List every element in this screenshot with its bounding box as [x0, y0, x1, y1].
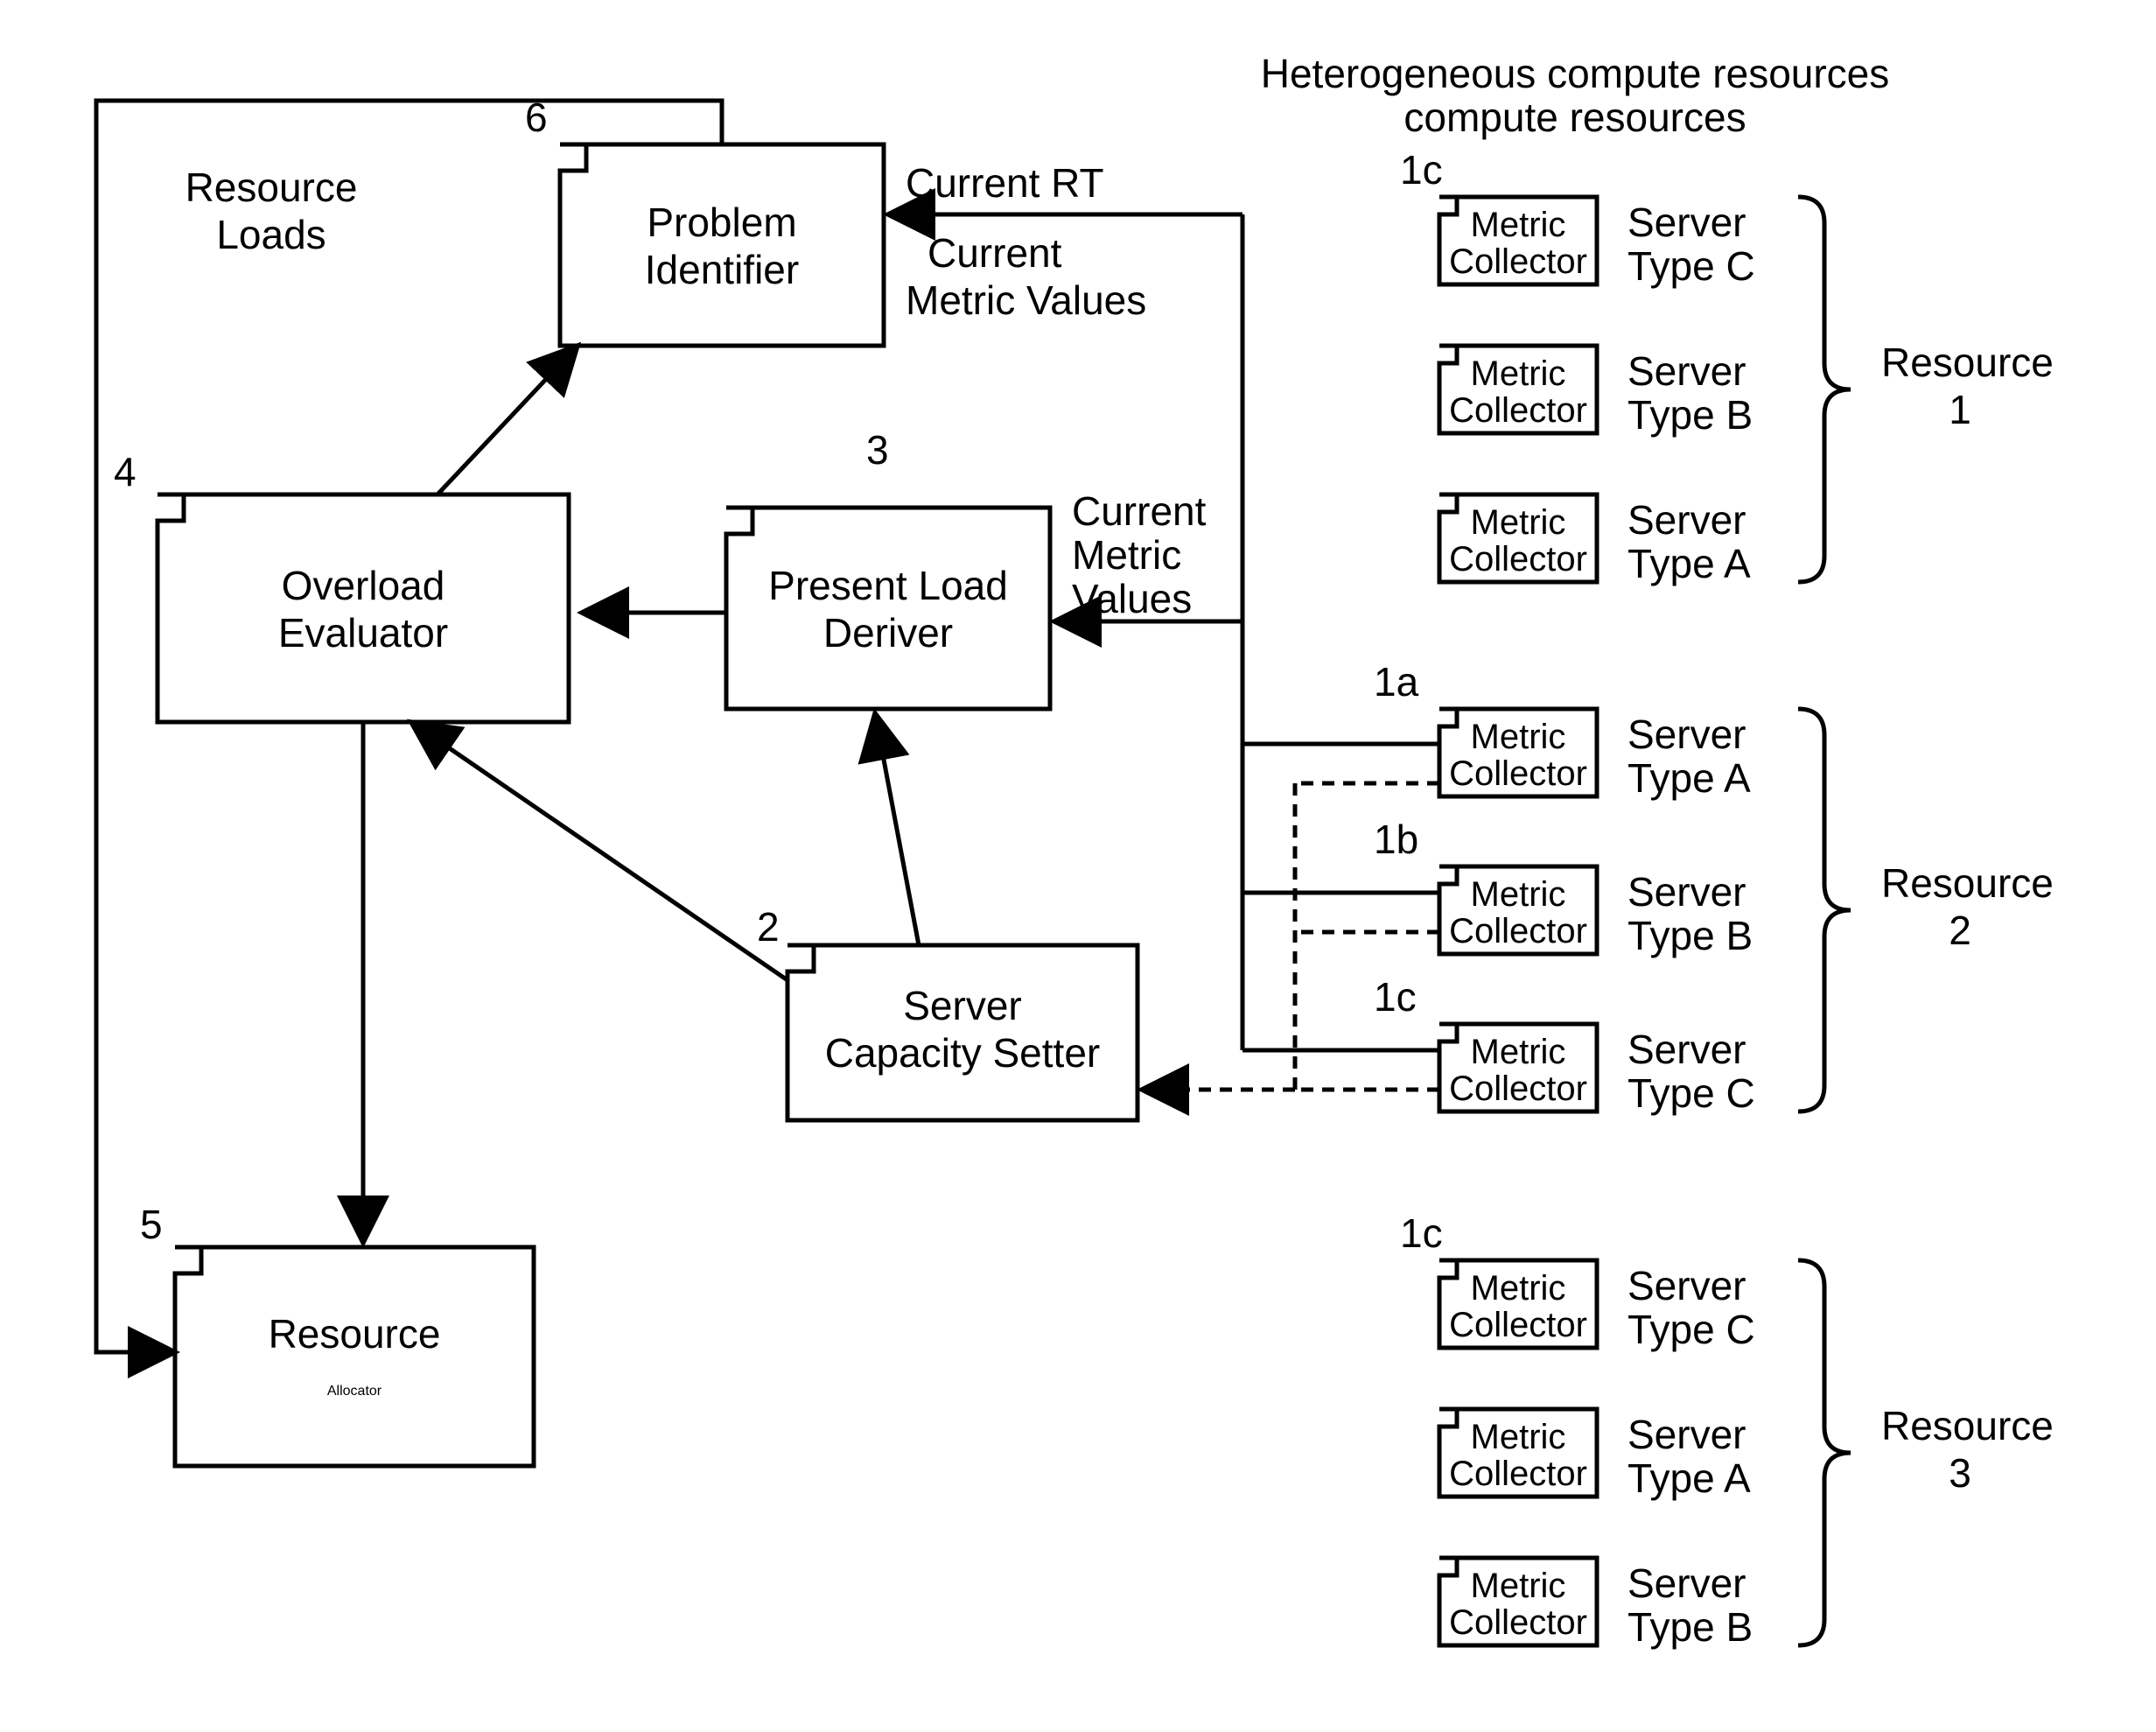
- svg-text:Metric: Metric: [1471, 1033, 1566, 1071]
- svg-text:Collector: Collector: [1449, 912, 1587, 950]
- svg-text:Type A: Type A: [1628, 1455, 1751, 1501]
- diagram-canvas: Heterogeneous compute resources compute …: [0, 0, 2156, 1732]
- svg-text:Type A: Type A: [1628, 755, 1751, 801]
- svg-text:Collector: Collector: [1449, 1069, 1587, 1108]
- svg-text:1b: 1b: [1374, 817, 1418, 862]
- svg-text:1: 1: [1949, 387, 1971, 432]
- svg-text:Metric: Metric: [1471, 206, 1566, 244]
- svg-text:Allocator: Allocator: [327, 1384, 382, 1399]
- svg-text:Server: Server: [1628, 200, 1746, 245]
- svg-text:Metric: Metric: [1471, 875, 1566, 914]
- resource-loads-label: Resource: [186, 165, 358, 210]
- svg-text:Type B: Type B: [1628, 392, 1753, 438]
- svg-text:Collector: Collector: [1449, 242, 1587, 281]
- svg-text:Type A: Type A: [1628, 541, 1751, 586]
- metric-collector-r3-c: Metric Collector Server Type C: [1439, 1260, 1755, 1352]
- num-5: 5: [140, 1202, 163, 1247]
- svg-text:Metric: Metric: [1471, 1269, 1566, 1308]
- resource-3-group: 1c Metric Collector Server Type C Metric…: [1400, 1210, 2054, 1650]
- metric-collector-r1-b: Metric Collector Server Type B: [1439, 346, 1753, 438]
- svg-text:Metric: Metric: [1471, 503, 1566, 542]
- svg-text:Collector: Collector: [1449, 1603, 1587, 1642]
- svg-text:Server: Server: [1628, 869, 1746, 915]
- brace-resource-3: [1798, 1260, 1851, 1645]
- svg-text:Resource: Resource: [269, 1311, 441, 1357]
- svg-text:2: 2: [1949, 908, 1971, 953]
- svg-text:Metric: Metric: [1072, 532, 1181, 578]
- svg-text:compute resources: compute resources: [1404, 95, 1746, 140]
- current-metric-values-label-1: Current: [928, 230, 1062, 276]
- svg-text:Server: Server: [1628, 1027, 1746, 1072]
- svg-text:Server: Server: [1628, 1412, 1746, 1457]
- svg-text:Metric: Metric: [1471, 1418, 1566, 1456]
- svg-text:Type C: Type C: [1628, 1070, 1755, 1116]
- svg-text:Server: Server: [903, 983, 1021, 1028]
- metric-collector-r1-c: Metric Collector Server Type C: [1439, 197, 1755, 289]
- svg-text:Overload: Overload: [282, 563, 445, 608]
- num-3: 3: [866, 427, 889, 473]
- svg-text:Metric: Metric: [1471, 354, 1566, 393]
- svg-text:Evaluator: Evaluator: [278, 610, 448, 656]
- metric-collector-r1-a: Metric Collector Server Type A: [1439, 494, 1751, 586]
- svg-text:Collector: Collector: [1449, 540, 1587, 579]
- server-capacity-setter-box: Server Capacity Setter: [788, 945, 1138, 1120]
- svg-text:Resource: Resource: [1881, 340, 2054, 385]
- svg-text:3: 3: [1949, 1450, 1971, 1496]
- svg-text:Type C: Type C: [1628, 1307, 1755, 1352]
- svg-text:Server: Server: [1628, 348, 1746, 394]
- svg-text:Metric: Metric: [1471, 718, 1566, 756]
- resource-2-group: 1a Metric Collector Server Type A 1b Met…: [1374, 659, 2054, 1116]
- svg-text:Type C: Type C: [1628, 243, 1755, 289]
- serverset-to-present-arrow: [875, 713, 919, 945]
- metric-collector-r2-b: Metric Collector Server Type B: [1439, 866, 1753, 958]
- svg-text:Deriver: Deriver: [823, 610, 953, 656]
- brace-resource-2: [1798, 709, 1851, 1111]
- svg-text:Type B: Type B: [1628, 913, 1753, 958]
- svg-text:Server: Server: [1628, 1263, 1746, 1308]
- overload-evaluator-box: Overload Evaluator: [158, 494, 569, 722]
- svg-text:Server: Server: [1628, 1560, 1746, 1606]
- svg-text:Collector: Collector: [1449, 1306, 1587, 1344]
- current-metric-values-label-2: Current: [1072, 488, 1207, 534]
- problem-identifier-box: Problem Identifier: [560, 144, 884, 346]
- metric-collector-r2-c: Metric Collector Server Type C: [1439, 1024, 1755, 1116]
- svg-text:Resource: Resource: [1881, 1403, 2054, 1448]
- svg-text:Collector: Collector: [1449, 754, 1587, 793]
- svg-text:Values: Values: [1072, 576, 1192, 621]
- svg-text:1a: 1a: [1374, 659, 1419, 705]
- svg-text:Capacity Setter: Capacity Setter: [825, 1030, 1100, 1076]
- svg-text:Metric Values: Metric Values: [906, 277, 1146, 323]
- metric-collector-r3-a: Metric Collector Server Type A: [1439, 1409, 1751, 1501]
- svg-text:Present Load: Present Load: [768, 563, 1008, 608]
- overload-to-problem-arrow: [438, 346, 578, 494]
- num-2: 2: [757, 904, 780, 950]
- svg-text:Identifier: Identifier: [645, 247, 799, 292]
- brace-resource-1: [1798, 197, 1851, 582]
- svg-text:Server: Server: [1628, 497, 1746, 543]
- svg-text:Loads: Loads: [216, 212, 326, 257]
- resource-1-group: 1c Metric Collector Server Type C Metric…: [1400, 147, 2054, 586]
- svg-text:Server: Server: [1628, 712, 1746, 757]
- svg-text:1c: 1c: [1374, 974, 1417, 1020]
- title: Heterogeneous compute resources: [1261, 51, 1890, 96]
- svg-text:Resource: Resource: [1881, 860, 2054, 906]
- svg-text:Collector: Collector: [1449, 1455, 1587, 1493]
- svg-text:Collector: Collector: [1449, 391, 1587, 430]
- resource-allocator-box: Resource Allocator: [175, 1247, 534, 1466]
- svg-text:Type B: Type B: [1628, 1604, 1753, 1650]
- current-rt-label: Current RT: [906, 160, 1104, 206]
- svg-text:1c: 1c: [1400, 1210, 1443, 1256]
- serverset-to-overload-arrow: [411, 722, 788, 980]
- num-4: 4: [114, 449, 136, 494]
- present-load-deriver-box: Present Load Deriver: [726, 508, 1050, 709]
- svg-text:Metric: Metric: [1471, 1567, 1566, 1605]
- metric-collector-r3-b: Metric Collector Server Type B: [1439, 1558, 1753, 1650]
- metric-collector-r2-a: Metric Collector Server Type A: [1439, 709, 1751, 801]
- svg-text:1c: 1c: [1400, 147, 1443, 193]
- svg-text:Problem: Problem: [647, 200, 796, 245]
